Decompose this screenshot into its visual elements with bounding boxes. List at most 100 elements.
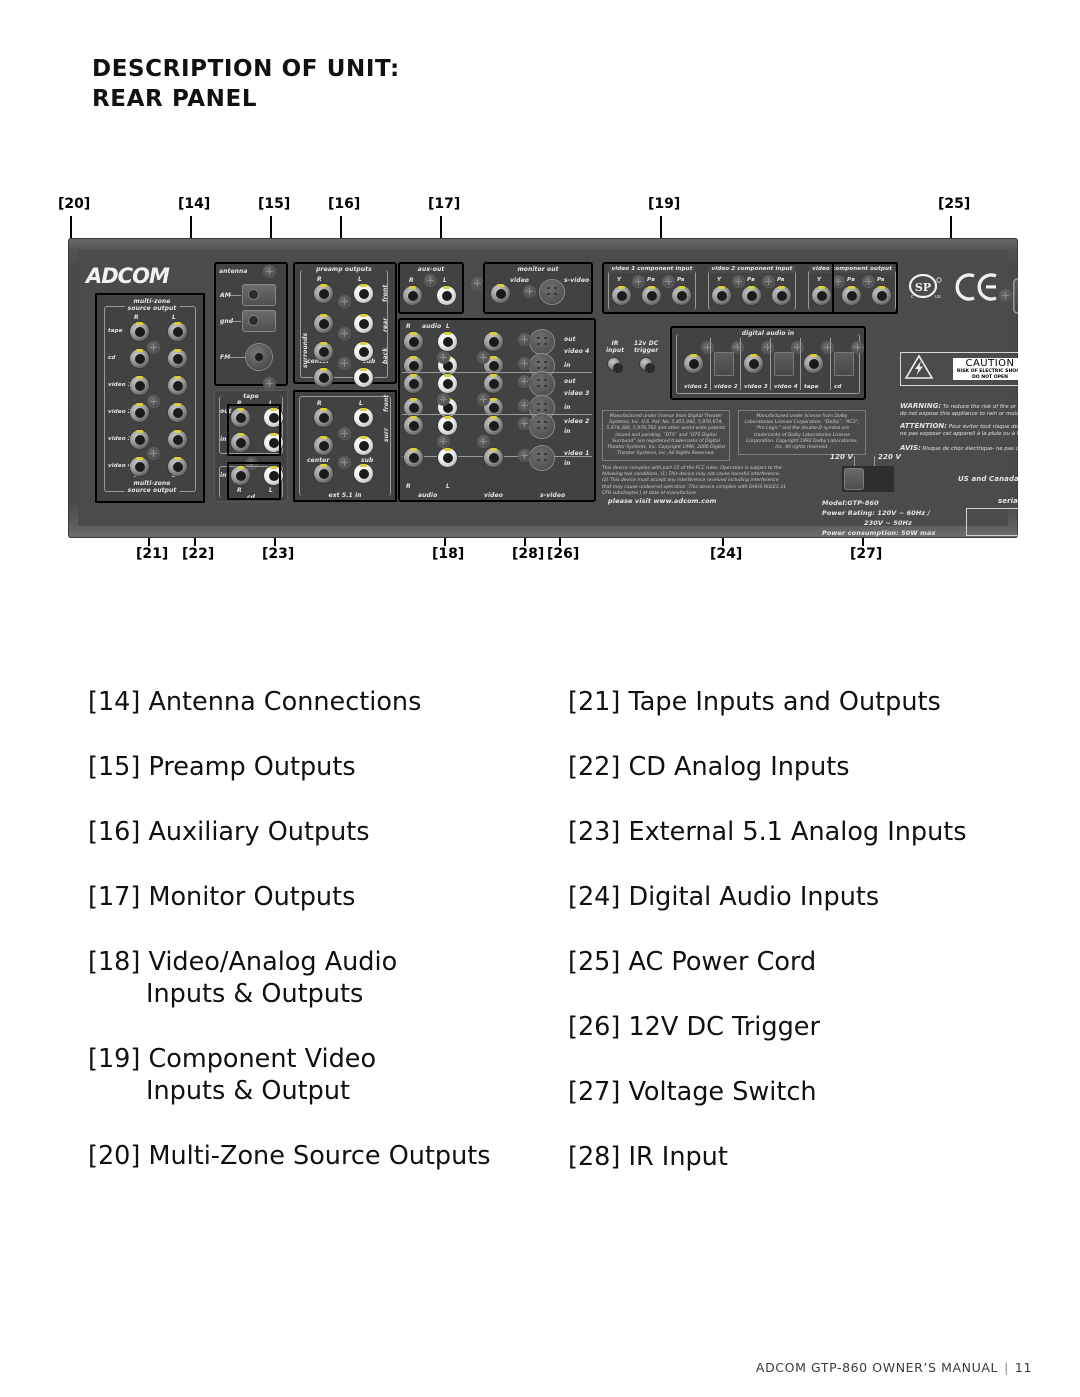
digital-optical-video-2-jack[interactable] xyxy=(714,352,734,376)
preamp-r-label: R xyxy=(317,276,322,283)
preamp-jack-3[interactable] xyxy=(354,314,373,333)
video-2-component-input-pin-label-2: Pʀ xyxy=(777,277,785,283)
screw-icon xyxy=(762,342,773,353)
screw-icon xyxy=(264,266,275,277)
highlight-multizone xyxy=(95,293,205,503)
video-3-out-svideo-jack[interactable] xyxy=(530,372,554,396)
preamp-jack-4[interactable] xyxy=(314,342,333,361)
video-2-in-video-jack[interactable] xyxy=(484,416,503,435)
svg-text:c: c xyxy=(911,294,914,300)
digital-optical-cd-jack[interactable] xyxy=(834,352,854,376)
caption-number: [16] xyxy=(88,817,149,847)
highlight-tape xyxy=(227,404,281,456)
video-2-component-input-Pʙ-jack[interactable] xyxy=(742,286,761,305)
screw-icon xyxy=(438,436,449,447)
callout-14: [14] xyxy=(178,196,211,212)
avis-label: AVIS: xyxy=(900,444,921,452)
tape-label: tape xyxy=(240,393,262,400)
caption-number: [28] xyxy=(568,1142,629,1172)
preamp-jack-5[interactable] xyxy=(354,342,373,361)
screw-icon xyxy=(519,334,530,345)
video-1-in-svideo-jack[interactable] xyxy=(530,446,554,470)
footer-separator: | xyxy=(1004,1360,1009,1375)
preamp-jack-6[interactable] xyxy=(314,368,333,387)
video-4-out-svideo-jack[interactable] xyxy=(530,330,554,354)
video-2-component-input-pin-label-1: Pʙ xyxy=(747,277,755,283)
screw-icon xyxy=(524,286,535,297)
callout-26: [26] xyxy=(547,546,580,562)
video-2-component-input-Y-jack[interactable] xyxy=(712,286,731,305)
preamp-rear-label: rear xyxy=(382,317,389,332)
video-3-out-audio-l-jack[interactable] xyxy=(438,374,457,393)
aux-out-r-jack[interactable] xyxy=(403,286,422,305)
video-4-out-audio-r-jack[interactable] xyxy=(404,332,423,351)
digital-optical-video-4-jack[interactable] xyxy=(774,352,794,376)
voltage-switch[interactable] xyxy=(842,466,894,492)
digital-coax-video-3-jack[interactable] xyxy=(744,354,763,373)
antenna-am-post[interactable] xyxy=(242,284,276,306)
ir-input-label: IR input xyxy=(606,340,625,354)
antenna-fm-connector[interactable] xyxy=(246,344,272,370)
voltage-220-lead xyxy=(874,456,875,466)
video-1-in-video-jack[interactable] xyxy=(484,448,503,467)
video-2-in-audio-r-jack[interactable] xyxy=(404,416,423,435)
caption-number: [24] xyxy=(568,882,629,912)
digital-coax-video-1-jack[interactable] xyxy=(684,354,703,373)
page-title: DESCRIPTION OF UNIT: REAR PANEL xyxy=(92,56,400,112)
caution-plate: CAUTION RISK OF ELECTRIC SHOCK DO NOT OP… xyxy=(952,358,1018,380)
video-2-in-svideo-jack[interactable] xyxy=(530,414,554,438)
va-audio-bottom: audio xyxy=(418,492,438,499)
video-1-in-audio-l-jack[interactable] xyxy=(438,448,457,467)
footer-page-number: 11 xyxy=(1014,1360,1032,1375)
attention-label: ATTENTION: xyxy=(900,422,948,430)
screw-icon xyxy=(519,376,530,387)
video-1-in-audio-r-jack[interactable] xyxy=(404,448,423,467)
video-2-component-input-Pʀ-jack[interactable] xyxy=(772,286,791,305)
video-4-out-audio-l-jack[interactable] xyxy=(438,332,457,351)
dts-legal-text: Manufactured under license from Digital … xyxy=(602,410,730,462)
video-1-in-label: in xyxy=(564,460,571,467)
video-2-in-audio-l-jack[interactable] xyxy=(438,416,457,435)
screw-icon xyxy=(519,358,530,369)
va-svideo-bottom: s-video xyxy=(540,492,566,499)
preamp-jack-1[interactable] xyxy=(354,284,373,303)
video-3-out-video-jack[interactable] xyxy=(484,374,503,393)
caption-text: Auxiliary Outputs xyxy=(148,817,370,847)
ac-power-inlet[interactable] xyxy=(1013,278,1018,314)
video-4-out-video-jack[interactable] xyxy=(484,332,503,351)
caption-column-right: [21] Tape Inputs and Outputs [22] CD Anal… xyxy=(568,686,1038,1206)
dolby-legal-text: Manufactured under license from Dolby La… xyxy=(738,410,866,456)
monitor-svideo-jack[interactable] xyxy=(540,280,564,304)
video-component-output-Y-jack[interactable] xyxy=(812,286,831,305)
monitor-video-jack[interactable] xyxy=(491,284,510,303)
preamp-jack-0[interactable] xyxy=(314,284,333,303)
aux-r-label: R xyxy=(409,277,414,284)
screw-icon xyxy=(732,342,743,353)
ir-input-jack[interactable] xyxy=(608,358,623,373)
antenna-gnd-post[interactable] xyxy=(242,310,276,332)
video-1-component-input-Pʙ-jack[interactable] xyxy=(642,286,661,305)
video-3-out-audio-r-jack[interactable] xyxy=(404,374,423,393)
video-1-component-input-Pʀ-jack[interactable] xyxy=(672,286,691,305)
callout-leader-line xyxy=(660,216,662,240)
preamp-jack-7[interactable] xyxy=(354,368,373,387)
video-1-component-input-Y-jack[interactable] xyxy=(612,286,631,305)
va-r-label-bottom: R xyxy=(406,483,411,490)
monitor-svideo-label: s-video xyxy=(564,277,590,284)
caption-text: Multi-Zone Source Outputs xyxy=(148,1141,491,1171)
video-row-divider xyxy=(402,414,592,415)
screw-icon xyxy=(519,418,530,429)
svg-text:us: us xyxy=(935,294,941,300)
screw-icon xyxy=(472,278,483,289)
screw-icon xyxy=(478,436,489,447)
serial-label: serial # xyxy=(998,497,1018,505)
aux-out-l-jack[interactable] xyxy=(437,286,456,305)
digital-audio-label: digital audio in xyxy=(738,330,798,337)
digital-coax-tape-jack[interactable] xyxy=(804,354,823,373)
preamp-jack-2[interactable] xyxy=(314,314,333,333)
dc-trigger-jack[interactable] xyxy=(640,358,655,373)
power-rating-label-2: 230V ~ 50Hz xyxy=(864,519,912,527)
callout-leader-line xyxy=(190,216,192,240)
caution-sub: RISK OF ELECTRIC SHOCK DO NOT OPEN xyxy=(956,369,1018,380)
caption-item-25: [25] AC Power Cord xyxy=(568,946,1038,978)
